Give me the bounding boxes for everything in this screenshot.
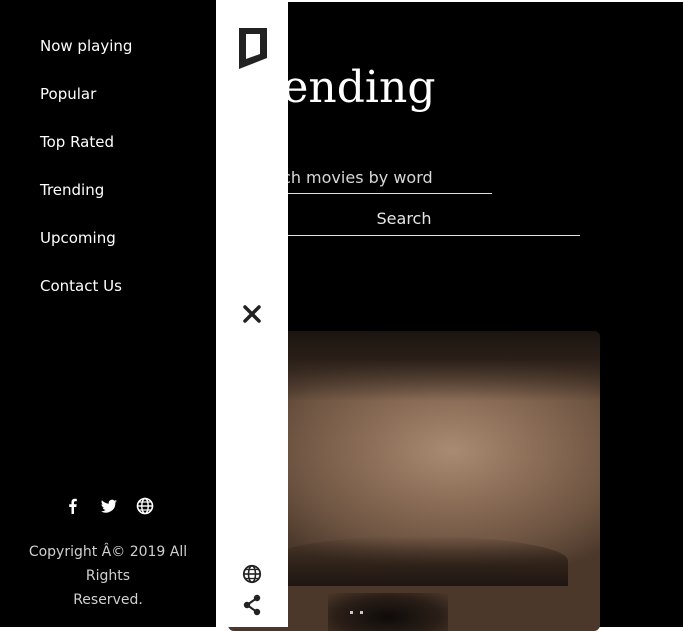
poster-brow-shade — [268, 536, 568, 586]
menu-item-popular[interactable]: Popular — [40, 84, 132, 132]
social-links — [64, 497, 154, 515]
menu-item-now-playing[interactable]: Now playing — [40, 36, 132, 84]
poster-highlight — [350, 611, 353, 614]
close-icon[interactable] — [242, 304, 262, 324]
menu-item-top-rated[interactable]: Top Rated — [40, 132, 132, 180]
copyright-text: Copyright Â© 2019 All Rights Reserved. — [8, 540, 208, 612]
logo-icon[interactable] — [238, 26, 268, 70]
menu-item-upcoming[interactable]: Upcoming — [40, 228, 132, 276]
icon-rail — [216, 2, 288, 627]
menu-item-trending[interactable]: Trending — [40, 180, 132, 228]
menu-item-contact-us[interactable]: Contact Us — [40, 276, 132, 324]
poster-highlight — [360, 611, 363, 614]
twitter-icon[interactable] — [100, 497, 118, 515]
share-icon[interactable] — [242, 594, 262, 616]
poster-eye-shade — [328, 593, 448, 631]
facebook-icon[interactable] — [64, 497, 82, 515]
side-menu: Now playing Popular Top Rated Trending U… — [0, 0, 216, 627]
globe-icon[interactable] — [136, 497, 154, 515]
copyright-line: Reserved. — [73, 592, 143, 608]
globe-icon[interactable] — [242, 564, 262, 584]
copyright-line: Copyright Â© 2019 All Rights — [28, 544, 188, 584]
menu-list: Now playing Popular Top Rated Trending U… — [40, 36, 132, 324]
